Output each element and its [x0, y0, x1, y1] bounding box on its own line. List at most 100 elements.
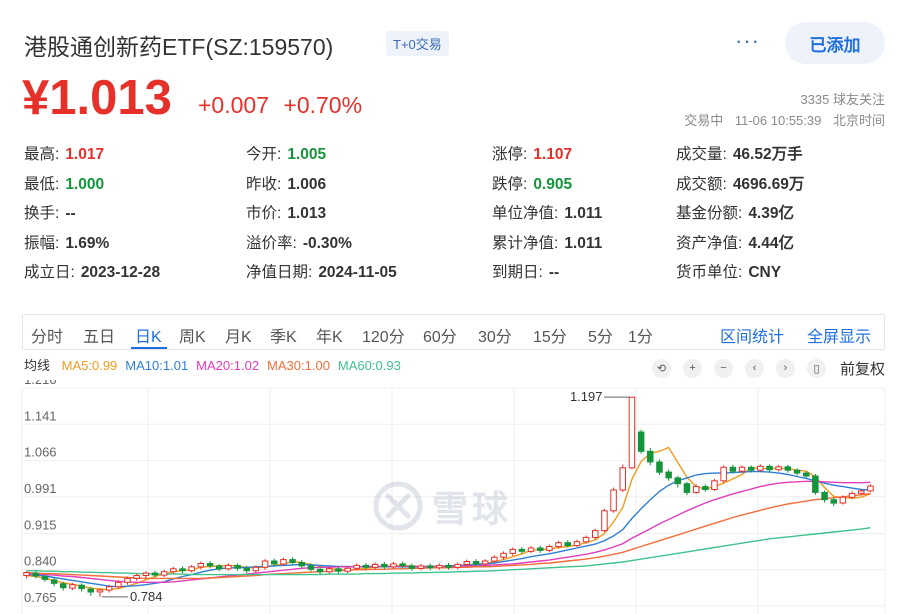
stat-item: 换手: -- [24, 201, 76, 223]
stat-item: 到期日: -- [492, 260, 559, 282]
stat-item: 溢价率: -0.30% [246, 231, 352, 253]
tab-period[interactable]: 周K [179, 323, 206, 347]
candle-body [867, 485, 874, 492]
y-tick-label: 1.216 [24, 380, 57, 387]
candle-body [344, 567, 351, 572]
stat-label: 净值日期: [246, 264, 313, 281]
stat-label: 振幅: [24, 234, 60, 252]
zoom-in-icon[interactable]: + [682, 358, 702, 378]
candle-body [674, 477, 681, 485]
ma-legend-item: MA20:1.02 [196, 358, 260, 373]
stat-value: 2023-12-28 [80, 264, 161, 281]
candle-body [537, 547, 544, 551]
candle-body [472, 561, 480, 565]
stat-item: 成交额: 4696.69万 [676, 172, 804, 194]
stat-label: 成立日: [24, 264, 75, 281]
candle-body [711, 480, 718, 491]
candle-body [445, 564, 452, 568]
header: 港股通创新药ETF(SZ:159570) T+0交易 ··· 已添加 [24, 22, 885, 64]
stat-item: 市价: 1.013 [246, 201, 326, 223]
scroll-right-icon[interactable]: › [775, 358, 795, 378]
stat-label: 货币单位: [676, 264, 743, 281]
candle-type-icon[interactable]: ▯ [806, 358, 826, 378]
ma-legend-item: MA60:0.93 [337, 358, 401, 373]
stat-value: 1.69% [65, 234, 110, 252]
candle-body [702, 486, 709, 490]
y-tick-label: 1.066 [24, 445, 57, 460]
candle-body [436, 564, 443, 569]
tab-period[interactable]: 5分 [588, 323, 613, 347]
ma-legend: 均线 MA5:0.99 MA10:1.01 MA20:1.02 MA30:1.00 MA… [24, 355, 409, 374]
added-watchlist-button[interactable]: 已添加 [785, 22, 885, 64]
tab-period[interactable]: 月K [225, 323, 252, 347]
tab-period[interactable]: 120分 [362, 323, 405, 347]
candle-body [757, 465, 764, 471]
candle-body [160, 571, 168, 576]
tab-period[interactable]: 五日 [83, 323, 115, 347]
candle-body [546, 546, 553, 551]
candle-body [69, 584, 76, 589]
candle-body [637, 431, 645, 452]
candle-body [115, 581, 122, 588]
stat-value: 4.39亿 [748, 205, 794, 222]
candle-body [821, 491, 828, 501]
stat-value: 0.905 [533, 175, 573, 193]
stat-label: 昨收: [246, 175, 282, 193]
price-change: +0.007 +0.70% [198, 92, 362, 119]
candle-body [454, 563, 461, 568]
zoom-out-icon[interactable]: − [713, 358, 733, 378]
tab-period[interactable]: 60分 [423, 323, 457, 347]
tab-period[interactable]: 15分 [533, 323, 567, 347]
min-price-label: 0.784 [130, 589, 163, 604]
stat-label: 换手: [24, 205, 60, 222]
stat-value: 1.011 [564, 205, 603, 222]
more-options-button[interactable]: ··· [735, 28, 760, 54]
candle-body [179, 568, 186, 572]
fullscreen-button[interactable]: 全屏显示 [807, 323, 871, 347]
y-tick-label: 1.141 [24, 408, 57, 423]
stat-value: 2024-11-05 [318, 264, 397, 281]
candle-body [509, 548, 516, 554]
stat-label: 成交量: [676, 146, 727, 163]
candle-body [839, 496, 847, 504]
candle-body [41, 576, 49, 580]
candle-body [656, 461, 663, 473]
candle-body [271, 560, 278, 565]
current-price: ¥1.013 [22, 71, 172, 125]
candle-body [280, 559, 287, 565]
period-tabs: 区间统计 全屏显示 分时 五日 日K 周K 月K 季K 年K 120分 60分 30分 15分 5分 1… [22, 314, 885, 350]
candle-body [518, 548, 526, 552]
candle-body [326, 568, 333, 573]
candle-body [170, 568, 177, 573]
tab-period[interactable]: 分时 [31, 323, 63, 347]
candle-body [390, 563, 397, 568]
undo-icon[interactable]: ⟲ [651, 358, 671, 378]
stat-label: 单位净值: [492, 205, 559, 222]
candle-body [261, 560, 269, 568]
followers-count[interactable]: 3335 球友关注 [800, 89, 885, 108]
candle-body [87, 588, 94, 593]
tab-period[interactable]: 30分 [478, 323, 512, 347]
tab-period[interactable]: 季K [270, 323, 297, 347]
candle-body [500, 552, 507, 558]
tab-period[interactable]: 年K [316, 323, 343, 347]
candle-body [555, 542, 562, 548]
tab-period[interactable]: 日K [135, 323, 162, 347]
candle-body [151, 572, 159, 576]
candle-body [729, 466, 737, 472]
candle-body [23, 572, 30, 577]
tab-period[interactable]: 1分 [628, 323, 653, 347]
scroll-left-icon[interactable]: ‹ [744, 358, 764, 378]
y-tick-label: 0.915 [24, 517, 57, 532]
kline-chart[interactable]: 1.216 1.141 1.066 0.991 0.915 0.840 0.765 1.197… [0, 380, 903, 614]
stat-value: 1.107 [533, 146, 573, 163]
stat-value: 1.017 [65, 146, 105, 163]
candle-body [720, 466, 727, 482]
candle-body [784, 466, 792, 471]
stat-item: 成立日: 2023-12-28 [24, 260, 160, 282]
ma-legend-label: 均线 [24, 358, 51, 373]
price-adjust-select[interactable]: 前复权 [840, 358, 885, 379]
candle-body [362, 564, 370, 568]
interval-stats-button[interactable]: 区间统计 [720, 323, 784, 347]
candle-body [527, 547, 535, 552]
